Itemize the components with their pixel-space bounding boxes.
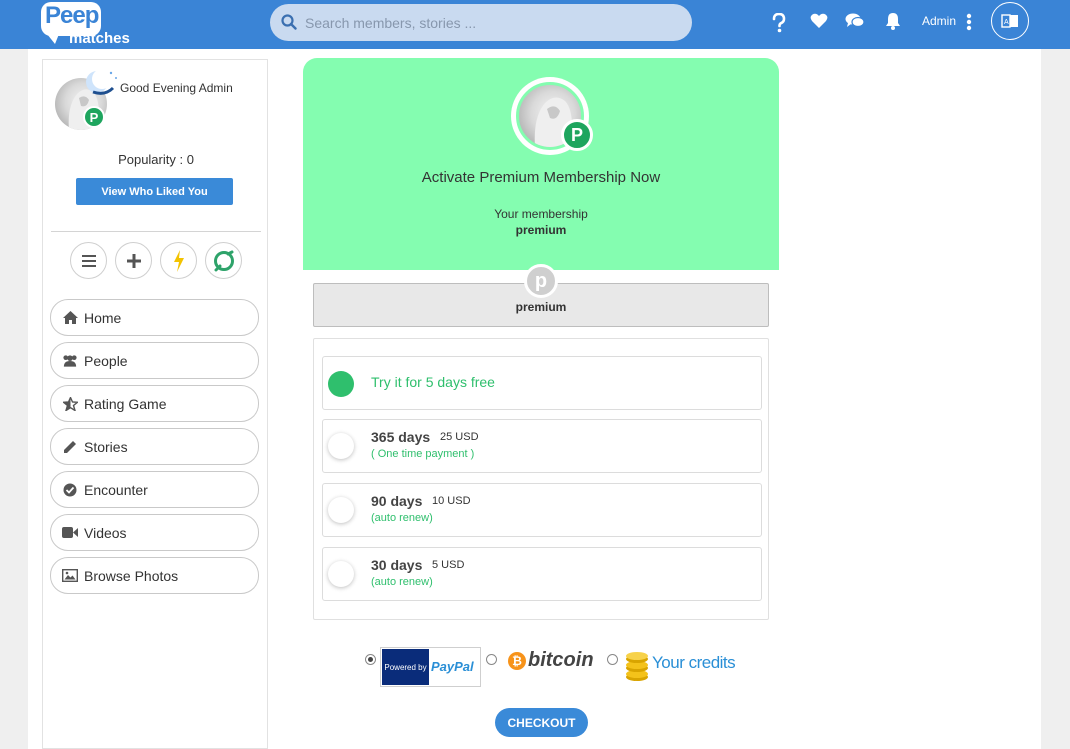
sidebar-item-videos[interactable]: Videos (50, 514, 259, 551)
bitcoin-icon: ₿ (508, 651, 526, 670)
credits-label[interactable]: Your credits (652, 653, 736, 673)
sidebar-item-people[interactable]: People (50, 342, 259, 379)
bitcoin-radio[interactable] (486, 654, 497, 665)
top-navbar: Peep matches Admin A (0, 0, 1070, 49)
plan-name: premium (515, 300, 567, 314)
people-icon (62, 354, 78, 368)
radio-button[interactable] (328, 561, 354, 587)
boost-button[interactable] (160, 242, 197, 279)
plan-note: (auto renew) (371, 576, 433, 588)
plan-option-free-trial[interactable]: Try it for 5 days free (322, 356, 762, 410)
greeting-text: Good Evening Admin (120, 81, 233, 95)
sidebar-item-label: People (84, 352, 128, 369)
plan-option-30-days[interactable]: 30 days 5 USD (auto renew) (322, 547, 762, 601)
sidebar-item-home[interactable]: Home (50, 299, 259, 336)
chat-ring-icon (213, 250, 234, 271)
sidebar-item-label: Browse Photos (84, 567, 179, 584)
plan-duration: 365 days (371, 429, 431, 445)
plan-price: 5 USD (432, 559, 465, 571)
plan-duration: 30 days (371, 557, 423, 573)
sidebar-item-label: Rating Game (84, 395, 167, 412)
user-menu-label[interactable]: Admin (922, 14, 956, 28)
plan-option-365-days[interactable]: 365 days 25 USD ( One time payment ) (322, 419, 762, 473)
notifications-icon[interactable] (882, 10, 904, 32)
messages-icon[interactable] (844, 10, 866, 32)
plan-note: ( One time payment ) (371, 448, 475, 460)
radio-selected[interactable] (328, 371, 354, 397)
help-icon[interactable] (768, 12, 790, 34)
sidebar-item-encounter[interactable]: Encounter (50, 471, 259, 508)
radio-button[interactable] (328, 497, 354, 523)
paypal-logo[interactable]: Powered by PayPal (380, 647, 481, 687)
free-trial-label: Try it for 5 days free (371, 374, 495, 390)
logo-text-top: Peep (45, 2, 99, 29)
sidebar-item-label: Home (84, 309, 122, 326)
home-icon (62, 311, 78, 325)
search-icon (281, 14, 297, 30)
check-circle-icon (62, 483, 78, 497)
credits-radio[interactable] (607, 654, 618, 665)
sidebar-item-browse-photos[interactable]: Browse Photos (50, 557, 259, 594)
search-box (270, 4, 692, 41)
site-logo[interactable]: Peep matches (41, 0, 131, 49)
sidebar-item-label: Encounter (84, 481, 148, 498)
bitcoin-label: bitcoin (528, 649, 594, 671)
language-icon: A (1001, 14, 1018, 28)
membership-title: Activate Premium Membership Now (421, 169, 661, 186)
plan-duration: 90 days (371, 493, 423, 509)
search-input[interactable] (305, 4, 675, 41)
hero-avatar: P (511, 77, 593, 155)
premium-badge: P (83, 106, 105, 128)
plan-icon: p (524, 264, 558, 298)
moon-icon (86, 69, 117, 95)
view-who-liked-you-button[interactable]: View Who Liked You (76, 178, 233, 205)
plan-price: 25 USD (440, 431, 479, 443)
more-options-icon[interactable] (958, 11, 980, 33)
paypal-wordmark: PayPal (431, 659, 474, 674)
star-icon (62, 396, 78, 411)
premium-badge: P (561, 119, 593, 151)
heart-icon[interactable] (808, 10, 830, 32)
membership-value: premium (515, 223, 567, 237)
plan-note: (auto renew) (371, 512, 433, 524)
photo-icon (62, 569, 78, 583)
sidebar-item-stories[interactable]: Stories (50, 428, 259, 465)
pencil-icon (62, 440, 78, 454)
radio-button[interactable] (328, 433, 354, 459)
plan-option-90-days[interactable]: 90 days 10 USD (auto renew) (322, 483, 762, 537)
sidebar-item-rating-game[interactable]: Rating Game (50, 385, 259, 422)
sidebar-item-label: Videos (84, 524, 127, 541)
bitcoin-logo[interactable]: ₿ bitcoin (508, 649, 594, 672)
logo-text-bottom: matches (69, 30, 130, 47)
coins-icon (626, 652, 648, 681)
plan-price: 10 USD (432, 495, 471, 507)
sidebar: P Good Evening Admin Popularity : 0 View… (42, 59, 268, 749)
paypal-powered-label: Powered by (382, 649, 429, 685)
plus-icon (126, 253, 141, 268)
video-icon (62, 526, 78, 540)
checkout-button[interactable]: CHECKOUT (495, 708, 588, 737)
add-button[interactable] (115, 242, 152, 279)
language-button[interactable]: A (991, 2, 1029, 40)
membership-label: Your membership (494, 207, 588, 221)
divider (51, 231, 261, 232)
lightning-icon (173, 249, 184, 272)
chat-ring-button[interactable] (205, 242, 242, 279)
popularity-text: Popularity : 0 (118, 152, 194, 167)
svg-text:A: A (1004, 19, 1009, 26)
paypal-radio[interactable] (365, 654, 376, 665)
sidebar-item-label: Stories (84, 438, 128, 455)
menu-button[interactable] (70, 242, 107, 279)
menu-icon (81, 254, 96, 267)
